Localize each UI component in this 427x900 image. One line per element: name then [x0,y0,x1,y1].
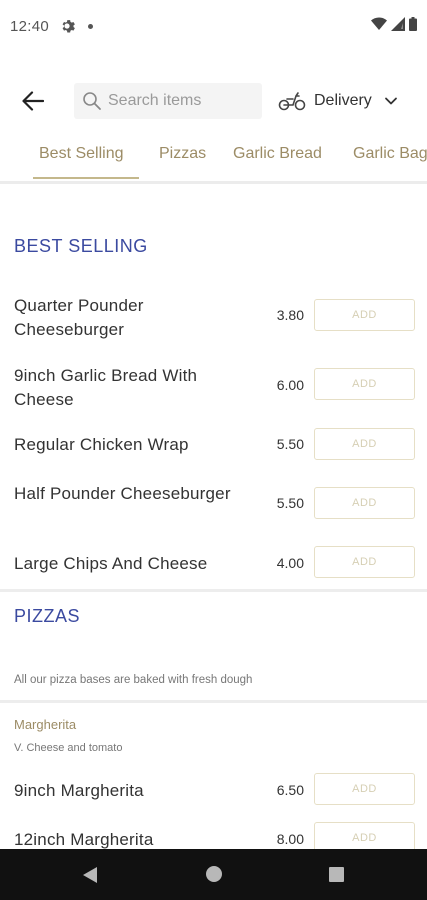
add-button[interactable]: ADD [314,773,415,805]
section-title-pizzas: PIZZAS [14,606,81,626]
item-name: Large Chips And Cheese [14,554,208,573]
section-divider [0,589,427,592]
delivery-label: Delivery [314,92,372,109]
tab-garlic-bread[interactable]: Garlic Bread [233,145,322,181]
item-price: 3.80 [276,307,304,323]
item-name: 9inch Margherita [14,781,144,800]
scooter-icon [278,92,306,111]
status-indicators [371,17,417,31]
item-name: 9inch Garlic Bread With Cheese [14,366,198,409]
item-name: Quarter Pounder Cheeseburger [14,296,144,339]
section-divider [0,700,427,703]
system-nav-bar [0,849,427,900]
tab-pizzas[interactable]: Pizzas [159,145,206,181]
section-note: All our pizza bases are baked with fresh… [14,674,253,686]
arrow-left-icon [22,91,44,111]
nav-recent-apps-icon[interactable] [329,867,344,882]
item-price: 5.50 [276,495,304,511]
search-box[interactable] [74,83,262,119]
item-price: 6.00 [276,377,304,393]
add-button[interactable]: ADD [314,487,415,519]
category-tabs: Best Selling Pizzas Garlic Bread Garlic … [0,135,427,181]
signal-icon [391,17,405,31]
add-button[interactable]: ADD [314,299,415,331]
notification-dot-icon [88,24,93,29]
settings-gear-icon [62,20,75,33]
back-button[interactable] [16,84,50,118]
item-name: Half Pounder Cheeseburger [14,484,231,503]
wifi-icon [371,17,387,30]
search-icon [83,92,101,110]
delivery-selector[interactable]: Delivery [278,84,413,118]
tabs-divider [0,181,427,184]
item-price: 8.00 [276,831,304,847]
category-title: Margherita [14,717,77,732]
item-price: 5.50 [276,436,304,452]
status-bar: 12:40 [0,0,427,56]
tab-best-selling[interactable]: Best Selling [39,145,124,181]
category-description: V. Cheese and tomato [14,742,123,754]
top-header: Delivery [0,78,427,124]
status-time: 12:40 [10,18,50,35]
nav-home-icon[interactable] [206,866,222,882]
add-button[interactable]: ADD [314,546,415,578]
active-tab-indicator [33,177,139,179]
item-name: Regular Chicken Wrap [14,435,189,454]
section-title-best-selling: BEST SELLING [14,236,148,256]
add-button[interactable]: ADD [314,428,415,460]
tab-garlic-bag[interactable]: Garlic Bag [353,145,427,181]
nav-back-icon[interactable] [82,866,98,884]
search-input[interactable] [108,83,258,119]
item-price: 6.50 [276,782,304,798]
item-price: 4.00 [276,555,304,571]
chevron-down-icon [384,97,397,105]
battery-icon [409,17,417,31]
add-button[interactable]: ADD [314,368,415,400]
